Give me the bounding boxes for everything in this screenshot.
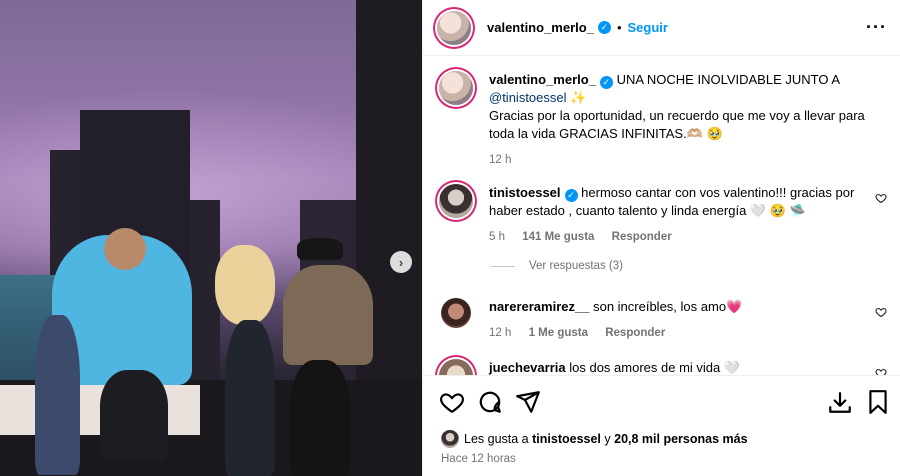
view-replies-button[interactable]: Ver respuestas (3): [491, 260, 623, 272]
liked-by-user[interactable]: tinistoessel: [532, 432, 601, 446]
post-photo[interactable]: ›: [0, 0, 422, 476]
caption-mention[interactable]: @tinistoessel: [489, 90, 567, 105]
comment-text: los dos amores de mi vida 🤍: [569, 360, 741, 375]
photo-performer: [283, 265, 373, 365]
commenter-avatar[interactable]: [441, 298, 471, 328]
comment-username[interactable]: narereramirez__: [489, 299, 589, 314]
post-actions: Les gusta a tinistoessel y 20,8 mil pers…: [423, 375, 900, 476]
comment-meta: 5 h 141 Me gusta Responder: [489, 228, 869, 246]
comment-like-heart-icon[interactable]: [875, 192, 887, 204]
commenter-avatar[interactable]: [439, 359, 473, 375]
photo-performer-hair: [215, 245, 275, 325]
more-icon[interactable]: ···: [866, 17, 887, 38]
caption-title: UNA NOCHE INOLVIDABLE JUNTO A: [616, 72, 841, 87]
caption-author-avatar[interactable]: [439, 71, 473, 105]
comment-item: juechevarria los dos amores de mi vida 🤍: [437, 359, 887, 375]
reply-button[interactable]: Responder: [605, 327, 665, 339]
comments-list[interactable]: valentino_merlo_ ✓ UNA NOCHE INOLVIDABLE …: [423, 57, 900, 375]
follow-button[interactable]: Seguir: [628, 20, 668, 35]
comment-likes[interactable]: 141 Me gusta: [522, 231, 594, 243]
liked-by[interactable]: Les gusta a tinistoessel y 20,8 mil pers…: [441, 430, 748, 448]
post-timestamp: Hace 12 horas: [441, 453, 516, 465]
comment-text: son increíbles, los amo💗: [593, 299, 743, 314]
verified-icon: ✓: [599, 75, 613, 89]
verified-icon: ✓: [597, 21, 611, 34]
bookmark-icon[interactable]: [865, 389, 891, 415]
author-username[interactable]: valentino_merlo_: [487, 20, 594, 35]
commenter-avatar[interactable]: [439, 184, 473, 218]
caption: valentino_merlo_ ✓ UNA NOCHE INOLVIDABLE …: [437, 71, 887, 181]
replies-divider: [491, 265, 515, 267]
comment-icon[interactable]: [477, 389, 503, 415]
post-header: valentino_merlo_ ✓ • Seguir ···: [423, 0, 900, 56]
caption-author-username[interactable]: valentino_merlo_: [489, 72, 596, 87]
comment-body: narereramirez__ son increíbles, los amo💗…: [489, 298, 869, 342]
reply-button[interactable]: Responder: [612, 231, 672, 243]
comment-body: juechevarria los dos amores de mi vida 🤍: [489, 359, 869, 375]
header-separator: •: [616, 20, 622, 35]
comment-time[interactable]: 5 h: [489, 231, 505, 243]
photo-performer: [100, 370, 168, 460]
caption-body: valentino_merlo_ ✓ UNA NOCHE INOLVIDABLE …: [489, 71, 869, 169]
verified-icon: ✓: [564, 188, 578, 202]
liked-by-others[interactable]: 20,8 mil personas más: [614, 432, 747, 446]
comment-like-heart-icon[interactable]: [875, 306, 887, 318]
next-photo-button[interactable]: ›: [390, 251, 412, 273]
caption-text: Gracias por la oportunidad, un recuerdo …: [489, 108, 865, 141]
caption-time[interactable]: 12 h: [489, 154, 511, 166]
comment-body: tinistoessel ✓ hermoso cantar con vos val…: [489, 184, 869, 246]
chevron-right-icon: ›: [398, 254, 404, 270]
share-icon[interactable]: [515, 389, 541, 415]
comment-time[interactable]: 12 h: [489, 327, 511, 339]
liked-by-prefix: Les gusta a: [464, 432, 529, 446]
comment-likes[interactable]: 1 Me gusta: [529, 327, 588, 339]
comment-like-heart-icon[interactable]: [875, 367, 887, 375]
download-icon[interactable]: [827, 389, 853, 415]
liked-by-suffix: y: [604, 432, 611, 446]
author-avatar[interactable]: [437, 10, 471, 45]
caption-emoji: ✨: [570, 90, 587, 105]
photo-performer: [290, 360, 350, 476]
comment-username[interactable]: tinistoessel: [489, 185, 561, 200]
caption-meta: 12 h: [489, 151, 869, 169]
photo-performer: [225, 320, 275, 476]
heart-icon[interactable]: [439, 389, 465, 415]
post-panel: valentino_merlo_ ✓ • Seguir ··· valentin…: [422, 0, 900, 476]
photo-performer-hat: [297, 238, 343, 260]
view-replies-label: Ver respuestas (3): [529, 260, 623, 272]
comment-username[interactable]: juechevarria: [489, 360, 566, 375]
liked-by-avatar: [441, 430, 459, 448]
photo-performer-head: [104, 228, 146, 270]
comment-item: narereramirez__ son increíbles, los amo💗…: [437, 298, 887, 348]
comment-meta: 12 h 1 Me gusta Responder: [489, 324, 869, 342]
photo-performer: [35, 315, 80, 475]
